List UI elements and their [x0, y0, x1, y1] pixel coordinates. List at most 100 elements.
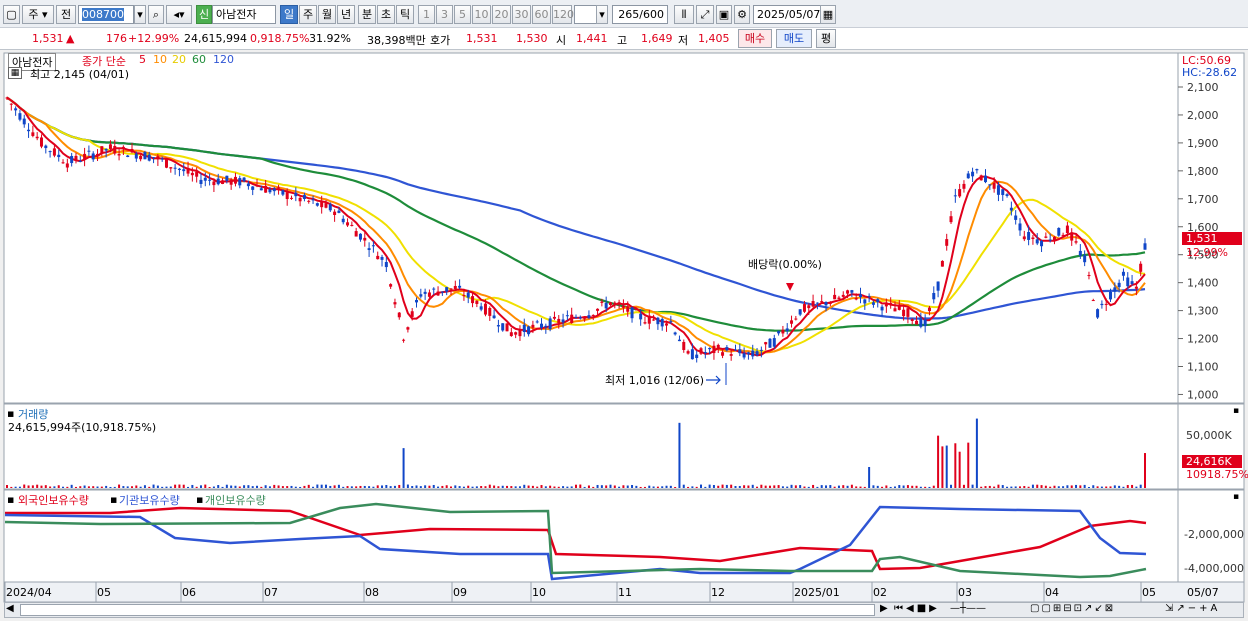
candle-body — [591, 314, 595, 316]
volume-bar — [613, 485, 616, 488]
candle-body — [333, 211, 337, 216]
period-day[interactable]: 일 — [280, 5, 298, 24]
candle-body — [1117, 282, 1121, 288]
candle-body — [108, 144, 112, 149]
volume-bar — [419, 486, 422, 488]
code-dropdown-icon[interactable]: ▾ — [134, 5, 146, 24]
period-minute[interactable]: 분 — [358, 5, 376, 24]
scroll-left-icon[interactable]: ◀ — [6, 603, 14, 614]
draw-tool-icon[interactable]: ⤢ — [696, 5, 714, 24]
interval-1[interactable]: 1 — [418, 5, 435, 24]
period-second[interactable]: 초 — [377, 5, 395, 24]
gear-icon[interactable]: ⚙ — [734, 5, 750, 24]
candle-body — [596, 308, 600, 311]
volume-bar — [428, 485, 431, 488]
volume-bar — [74, 486, 77, 488]
volume-bar — [837, 485, 840, 488]
interval-60[interactable]: 60 — [532, 5, 551, 24]
volume-bar — [928, 486, 931, 488]
prev-button[interactable]: 전 — [56, 5, 76, 24]
candle-body — [518, 330, 522, 337]
volume-tag: 24,616K — [1186, 455, 1232, 468]
volume-bar — [510, 486, 513, 488]
candle-body — [449, 288, 453, 290]
speaker-icon[interactable]: ◂▾ — [166, 5, 192, 24]
volume-bar — [471, 486, 474, 488]
playback-controls-icon[interactable]: ⏮◀■▶ — [894, 603, 940, 614]
candle-body — [785, 328, 789, 332]
avg-button[interactable]: 평 — [816, 29, 836, 48]
price-tick-label: 1,800 — [1187, 165, 1219, 178]
interval-10[interactable]: 10 — [472, 5, 491, 24]
institution-holding-legend: 기관보유수량 — [119, 494, 180, 507]
panel-toggle-icon-2[interactable]: ▪ — [7, 493, 14, 506]
volume-bar — [911, 485, 914, 488]
volume-bar — [1010, 486, 1013, 488]
candle-body — [173, 167, 177, 169]
candle-body — [626, 306, 630, 312]
volume-bar — [204, 484, 207, 488]
calendar-icon[interactable]: ▦ — [820, 5, 836, 24]
x-tick-label: 08 — [365, 586, 379, 599]
interval-3[interactable]: 3 — [436, 5, 453, 24]
price-chart-svg[interactable]: 2,1002,0001,9001,8001,7001,6001,5001,400… — [0, 51, 1248, 621]
volume-bar — [449, 486, 452, 488]
volume-bar — [320, 484, 323, 488]
scroll-thumb[interactable] — [20, 604, 875, 616]
grid-toggle-icon[interactable]: ▦ — [8, 67, 22, 79]
volume-bar — [1118, 485, 1121, 488]
interval-120[interactable]: 120 — [552, 5, 574, 24]
interval-dropdown-icon[interactable]: ▾ — [596, 5, 608, 24]
volume-bar — [570, 486, 573, 488]
candle-body — [708, 348, 712, 350]
candle-body — [186, 167, 190, 174]
candle-body — [18, 113, 22, 120]
candle-body — [665, 323, 669, 326]
search-icon[interactable]: ⌕ — [148, 5, 164, 24]
period-week[interactable]: 주 — [299, 5, 317, 24]
volume-bar — [988, 485, 991, 488]
scroll-right-icon[interactable]: ▶ — [880, 603, 888, 614]
interval-20[interactable]: 20 — [492, 5, 511, 24]
sell-button[interactable]: 매도 — [776, 29, 812, 48]
candle-body — [979, 175, 983, 181]
candle-body — [742, 353, 746, 358]
zoom-controls-icons[interactable]: ⇲↗−+A — [1165, 603, 1220, 614]
candle-body — [74, 155, 78, 161]
zoom-slider-icon[interactable]: —┼—— — [950, 603, 986, 614]
candle-body — [492, 315, 496, 319]
stock-code-input[interactable]: 008700 — [78, 5, 134, 24]
buy-button[interactable]: 매수 — [738, 29, 772, 48]
volume-bar — [389, 486, 392, 488]
candle-body — [660, 318, 664, 327]
close-volume-panel-icon[interactable]: ▪ — [1233, 406, 1239, 416]
candle-body — [246, 183, 250, 187]
bar-count-field[interactable]: 265/600 — [612, 5, 668, 24]
date-field[interactable]: 2025/05/07 — [753, 5, 821, 24]
close-holding-panel-icon[interactable]: ▪ — [1233, 492, 1239, 502]
volume-value: 24,615,994주(10,918.75%) — [8, 421, 157, 434]
candle-body — [975, 169, 979, 171]
volume-bar — [79, 486, 82, 488]
interval-5[interactable]: 5 — [454, 5, 471, 24]
interval-30[interactable]: 30 — [512, 5, 531, 24]
volume-bar — [1105, 486, 1108, 488]
candle-body — [915, 320, 919, 325]
mode-select[interactable]: 주 ▾ — [22, 5, 54, 24]
volume-bar — [411, 486, 414, 488]
volume-bar — [786, 486, 789, 488]
chart-tools-icons[interactable]: ▢▢⊞⊟⊡↗↙⊠ — [1030, 603, 1115, 614]
volume-bar — [406, 484, 409, 488]
volume-bar — [165, 486, 168, 488]
price-tick-label: 2,100 — [1187, 81, 1219, 94]
period-tick[interactable]: 틱 — [396, 5, 414, 24]
save-icon[interactable]: ▣ — [716, 5, 732, 24]
period-month[interactable]: 월 — [318, 5, 336, 24]
volume-bar — [1044, 485, 1047, 488]
x-tick-label: 10 — [532, 586, 546, 599]
layout-icon[interactable]: ▢ — [3, 5, 20, 24]
period-year[interactable]: 년 — [337, 5, 355, 24]
volume-bar — [195, 486, 198, 488]
volume-bar — [626, 485, 629, 488]
candle-type-icon[interactable]: ⫴ — [674, 5, 694, 24]
